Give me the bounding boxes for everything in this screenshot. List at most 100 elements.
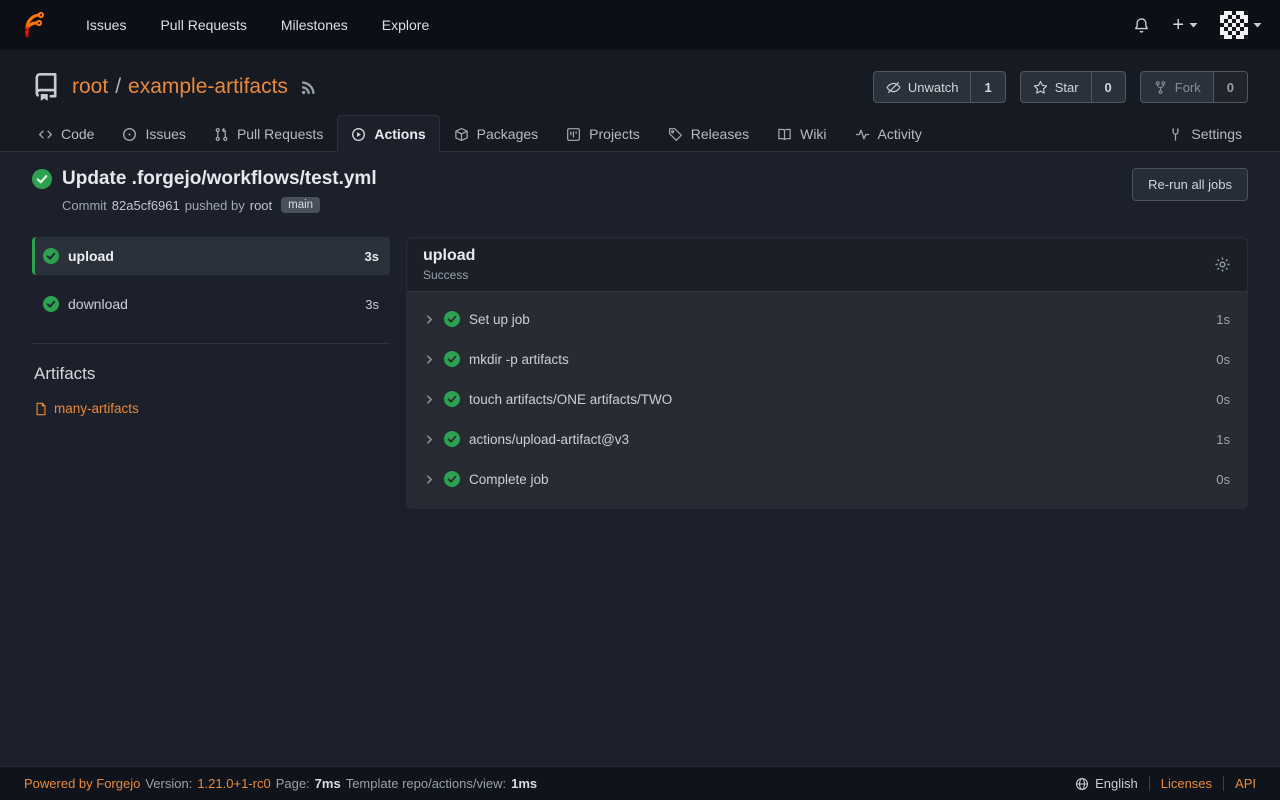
- star-count[interactable]: 0: [1091, 72, 1125, 102]
- template-time-label: Template repo/actions/view:: [346, 776, 506, 791]
- tab-label: Code: [61, 126, 94, 142]
- nav-pull-requests[interactable]: Pull Requests: [148, 11, 258, 39]
- step-row-mkdir[interactable]: mkdir -p artifacts 0s: [406, 339, 1248, 379]
- star-icon: [1033, 80, 1048, 95]
- watch-count[interactable]: 1: [970, 72, 1004, 102]
- tab-code[interactable]: Code: [24, 115, 108, 152]
- step-row-setup[interactable]: Set up job 1s: [406, 299, 1248, 339]
- licenses-link[interactable]: Licenses: [1161, 776, 1212, 791]
- version-link[interactable]: 1.21.0+1-rc0: [197, 776, 270, 791]
- run-subtitle: Commit 82a5cf6961 pushed by root main: [62, 197, 377, 213]
- commit-author-link[interactable]: root: [250, 198, 272, 213]
- tab-projects[interactable]: Projects: [552, 115, 654, 152]
- issue-circle-icon: [122, 127, 137, 142]
- tab-wiki[interactable]: Wiki: [763, 115, 840, 152]
- tab-pull-requests[interactable]: Pull Requests: [200, 115, 337, 152]
- actions-run-view: Update .forgejo/workflows/test.yml Commi…: [0, 152, 1280, 766]
- unwatch-button[interactable]: Unwatch 1: [873, 71, 1006, 103]
- fork-count: 0: [1213, 72, 1247, 102]
- job-name: download: [68, 296, 128, 312]
- page-time-value: 7ms: [315, 776, 341, 791]
- tab-label: Issues: [145, 126, 185, 142]
- tab-activity[interactable]: Activity: [841, 115, 936, 152]
- tab-label: Packages: [477, 126, 538, 142]
- rss-icon[interactable]: [300, 79, 317, 96]
- tab-label: Projects: [589, 126, 640, 142]
- tab-issues[interactable]: Issues: [108, 115, 199, 152]
- step-duration: 1s: [1216, 432, 1230, 447]
- fork-label: Fork: [1175, 80, 1201, 95]
- step-success-check-icon: [444, 471, 460, 487]
- step-duration: 0s: [1216, 392, 1230, 407]
- artifact-name: many-artifacts: [54, 401, 139, 416]
- run-success-check-icon: [32, 169, 52, 189]
- language-selector[interactable]: English: [1075, 776, 1138, 791]
- job-row-download[interactable]: download 3s: [32, 285, 390, 323]
- artifact-link-many-artifacts[interactable]: many-artifacts: [34, 401, 390, 416]
- job-success-check-icon: [43, 248, 59, 264]
- step-name: mkdir -p artifacts: [469, 352, 569, 367]
- tab-settings[interactable]: Settings: [1154, 115, 1256, 152]
- step-duration: 0s: [1216, 472, 1230, 487]
- nav-explore[interactable]: Explore: [370, 11, 441, 39]
- job-detail-header: upload Success: [406, 237, 1248, 292]
- job-detail-panel: upload Success Set up job 1s: [406, 237, 1248, 509]
- globe-icon: [1075, 777, 1089, 791]
- pulse-icon: [855, 127, 870, 142]
- job-duration: 3s: [365, 297, 379, 312]
- step-row-touch[interactable]: touch artifacts/ONE artifacts/TWO 0s: [406, 379, 1248, 419]
- tab-label: Actions: [374, 126, 425, 142]
- template-time-value: 1ms: [511, 776, 537, 791]
- navbar-right: +: [1133, 11, 1262, 39]
- step-name: touch artifacts/ONE artifacts/TWO: [469, 392, 672, 407]
- powered-by-link[interactable]: Powered by Forgejo: [24, 776, 140, 791]
- pushed-by-label: pushed by: [185, 198, 245, 213]
- fork-icon: [1153, 80, 1168, 95]
- star-button[interactable]: Star 0: [1020, 71, 1126, 103]
- chevron-right-icon: [424, 474, 435, 485]
- eye-slash-icon: [886, 80, 901, 95]
- forgejo-logo-icon[interactable]: [18, 10, 48, 40]
- step-name: Set up job: [469, 312, 530, 327]
- tab-label: Releases: [691, 126, 749, 142]
- settings-tools-icon: [1168, 127, 1183, 142]
- commit-sha-link[interactable]: 82a5cf6961: [112, 198, 180, 213]
- job-detail-title: upload: [423, 247, 475, 265]
- create-new-button[interactable]: +: [1172, 15, 1198, 35]
- star-label: Star: [1055, 80, 1079, 95]
- chevron-down-icon: [1253, 22, 1262, 28]
- run-title: Update .forgejo/workflows/test.yml: [62, 168, 377, 190]
- rerun-all-jobs-button[interactable]: Re-run all jobs: [1132, 168, 1248, 201]
- job-row-upload[interactable]: upload 3s: [32, 237, 390, 275]
- book-icon: [777, 127, 792, 142]
- job-steps-list: Set up job 1s mkdir -p artifacts 0s touc…: [406, 292, 1248, 509]
- fork-button: Fork 0: [1140, 71, 1248, 103]
- tab-label: Pull Requests: [237, 126, 323, 142]
- branch-badge[interactable]: main: [281, 197, 320, 213]
- api-link[interactable]: API: [1235, 776, 1256, 791]
- step-row-upload-artifact[interactable]: actions/upload-artifact@v3 1s: [406, 419, 1248, 459]
- step-row-complete[interactable]: Complete job 0s: [406, 459, 1248, 499]
- chevron-right-icon: [424, 314, 435, 325]
- job-duration: 3s: [365, 249, 379, 264]
- step-duration: 1s: [1216, 312, 1230, 327]
- job-status-label: Success: [423, 268, 475, 282]
- notifications-bell-button[interactable]: [1133, 17, 1150, 34]
- tab-releases[interactable]: Releases: [654, 115, 763, 152]
- repo-name-link[interactable]: example-artifacts: [128, 75, 288, 99]
- gear-icon[interactable]: [1214, 256, 1231, 273]
- repo-owner-link[interactable]: root: [72, 75, 108, 99]
- job-name: upload: [68, 248, 114, 264]
- step-success-check-icon: [444, 311, 460, 327]
- nav-milestones[interactable]: Milestones: [269, 11, 360, 39]
- tab-packages[interactable]: Packages: [440, 115, 552, 152]
- tab-actions[interactable]: Actions: [337, 115, 439, 152]
- footer-separator: [1223, 776, 1224, 791]
- user-menu-button[interactable]: [1220, 11, 1262, 39]
- repo-header: root / example-artifacts Unwatc: [0, 50, 1280, 152]
- step-name: Complete job: [469, 472, 549, 487]
- artifacts-heading: Artifacts: [34, 364, 390, 384]
- nav-issues[interactable]: Issues: [74, 11, 138, 39]
- repo-icon: [32, 73, 60, 101]
- step-duration: 0s: [1216, 352, 1230, 367]
